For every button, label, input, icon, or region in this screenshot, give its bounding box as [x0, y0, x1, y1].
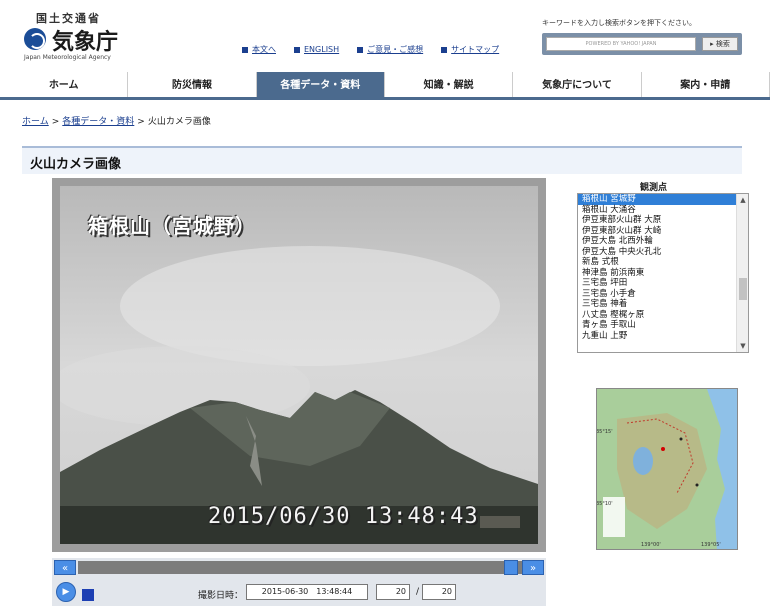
frame-total-field: 20 [422, 584, 456, 600]
breadcrumb-home[interactable]: ホーム [22, 117, 49, 127]
nav-tab-data[interactable]: 各種データ・資料 [256, 72, 385, 97]
station-option[interactable]: 神津島 前浜南東 [578, 268, 736, 279]
breadcrumb-separator: > [51, 117, 60, 127]
link-sitemap[interactable]: サイトマップ [441, 44, 499, 55]
map-tick-lat-2: 35°10' [596, 501, 613, 507]
double-right-arrow-icon[interactable]: » [522, 560, 544, 575]
map-tick-lon-2: 139°05' [701, 542, 721, 548]
scroll-down-icon[interactable]: ▼ [737, 340, 748, 352]
camera-overlay-timestamp: 2015/06/30 13:48:43 [208, 504, 479, 529]
link-english[interactable]: ENGLISH [294, 44, 339, 55]
nav-tab-home[interactable]: ホーム [0, 72, 129, 97]
station-option[interactable]: 伊豆大島 中央火孔北 [578, 247, 736, 258]
nav-tab-disaster-info[interactable]: 防災情報 [128, 72, 257, 97]
agency-name-en: Japan Meteorological Agency [24, 54, 111, 61]
location-map[interactable]: 35°15' 35°10' 139°00' 139°05' [596, 388, 738, 550]
bullet-icon [294, 46, 300, 53]
station-listbox[interactable]: 箱根山 宮城野 箱根山 大涌谷 伊豆東部火山群 大原 伊豆東部火山群 大崎 伊豆大島 北… [577, 193, 749, 353]
search-input[interactable]: POWERED BY YAHOO! JAPAN [546, 37, 696, 51]
datetime-field[interactable]: 2015-06-30 13:48:44 [246, 584, 368, 600]
station-option[interactable]: 伊豆大島 北西外輪 [578, 236, 736, 247]
global-nav: ホーム 防災情報 各種データ・資料 知識・解説 気象庁について 案内・申請 [0, 72, 770, 100]
search-button[interactable]: ▸ 検索 [702, 37, 738, 51]
bullet-icon [441, 46, 448, 53]
stations-heading: 観測点 [640, 183, 668, 193]
map-tick-lon-1: 139°00' [641, 542, 661, 548]
breadcrumb-current: 火山カメラ画像 [147, 117, 211, 127]
station-items: 箱根山 宮城野 箱根山 大涌谷 伊豆東部火山群 大原 伊豆東部火山群 大崎 伊豆大島 北… [578, 194, 748, 341]
scroll-thumb[interactable] [739, 278, 747, 300]
camera-frame: 箱根山（宮城野） 2015/06/30 13:48:43 [52, 178, 546, 552]
nav-tab-about[interactable]: 気象庁について [513, 72, 642, 97]
breadcrumb-separator: > [137, 117, 145, 127]
station-option[interactable]: 九重山 上野 [578, 331, 736, 342]
scroll-up-icon[interactable]: ▲ [737, 194, 748, 206]
link-feedback[interactable]: ご意見・ご感想 [357, 44, 423, 55]
search-box: POWERED BY YAHOO! JAPAN ▸ 検索 [542, 33, 742, 55]
page-root: 国土交通省 気象庁 Japan Meteorological Agency 本文… [0, 0, 770, 610]
camera-overlay-title: 箱根山（宮城野） [88, 214, 256, 238]
station-option[interactable]: 新島 式根 [578, 257, 736, 268]
nav-tab-guide[interactable]: 案内・申請 [642, 72, 770, 97]
double-left-arrow-icon[interactable]: « [54, 560, 76, 575]
bullet-icon [357, 46, 364, 53]
map-tick-lat-1: 35°15' [596, 429, 613, 435]
breadcrumb: ホーム > 各種データ・資料 > 火山カメラ画像 [22, 114, 211, 127]
datetime-label: 撮影日時： [198, 591, 244, 601]
stop-icon[interactable] [82, 589, 94, 601]
timeline-track[interactable] [78, 561, 526, 574]
volcano-camera-image: 箱根山（宮城野） 2015/06/30 13:48:43 [60, 186, 538, 544]
agency-name[interactable]: 気象庁 [52, 24, 118, 56]
utility-links: 本文へ ENGLISH ご意見・ご感想 サイトマップ [242, 44, 499, 55]
frame-separator: / [416, 587, 420, 597]
nav-tab-knowledge[interactable]: 知識・解説 [385, 72, 514, 97]
page-title-bar: 火山カメラ画像 [22, 146, 742, 174]
station-option[interactable]: 三宅島 神着 [578, 299, 736, 310]
frame-current-field[interactable]: 20 [376, 584, 410, 600]
link-main-content[interactable]: 本文へ [242, 44, 276, 55]
breadcrumb-data[interactable]: 各種データ・資料 [62, 117, 134, 127]
station-scrollbar[interactable]: ▲ ▼ [736, 194, 748, 352]
station-option[interactable]: 伊豆東部火山群 大原 [578, 215, 736, 226]
station-option[interactable]: 青ヶ島 手取山 [578, 320, 736, 331]
station-option[interactable]: 三宅島 坪田 [578, 278, 736, 289]
bullet-icon [242, 46, 248, 53]
timeline-handle[interactable] [504, 560, 518, 575]
station-option[interactable]: 伊豆東部火山群 大崎 [578, 226, 736, 237]
jma-logo-icon[interactable] [24, 28, 46, 50]
play-icon[interactable]: ▶ [56, 582, 76, 602]
playback-controls: « » ▶ 撮影日時： 2015-06-30 13:48:44 20 / 20 [52, 558, 546, 606]
search-hint: キーワードを入力し検索ボタンを押下ください。 [542, 19, 696, 27]
station-option[interactable]: 箱根山 大涌谷 [578, 205, 736, 216]
station-option[interactable]: 箱根山 宮城野 [578, 194, 736, 205]
map-graphic [597, 389, 737, 549]
station-option[interactable]: 三宅島 小手倉 [578, 289, 736, 300]
volcano-scene [60, 186, 538, 544]
page-title: 火山カメラ画像 [30, 157, 122, 172]
station-option[interactable]: 八丈島 樫梶ヶ原 [578, 310, 736, 321]
